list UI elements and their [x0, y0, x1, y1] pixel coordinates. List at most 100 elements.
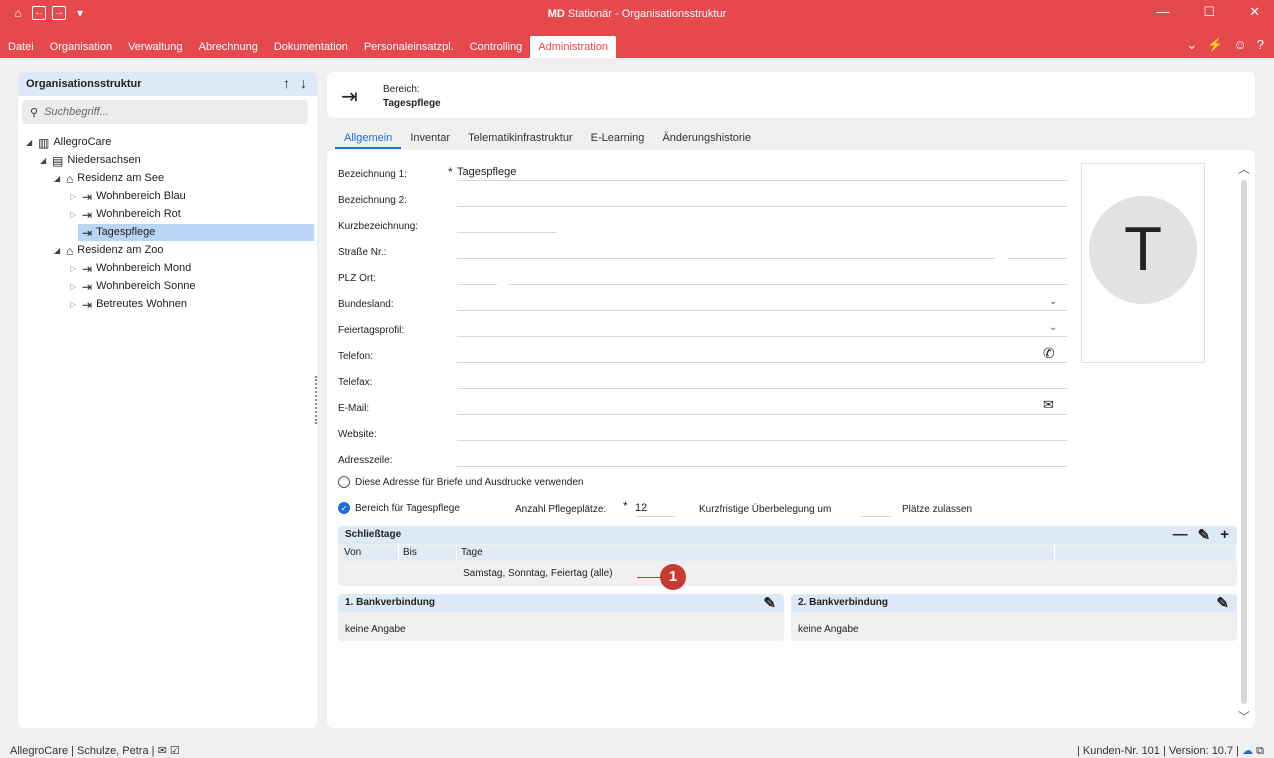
notification-icon[interactable]: ⚡ [1207, 37, 1223, 53]
checkbox-checked-icon[interactable]: ✓ [338, 502, 350, 514]
add-icon[interactable]: + [1220, 526, 1229, 544]
menu-organisation[interactable]: Organisation [42, 36, 120, 58]
bank2-section: 2. Bankverbindung ✎ keine Angabe [791, 594, 1237, 641]
screen-icon[interactable]: ⧉ [1256, 745, 1264, 757]
label-telefon: Telefon: [338, 351, 374, 362]
edit-icon[interactable]: ✎ [1216, 594, 1229, 612]
telefax-field[interactable] [457, 371, 1067, 389]
pflegeplaetze-field[interactable]: 12 [635, 499, 675, 517]
scroll-down-icon[interactable]: ﹀ [1238, 708, 1250, 725]
help-icon[interactable]: ? [1257, 37, 1264, 53]
title-bar: ⌂ ← → ▾ MD Stationär - Organisationsstru… [0, 0, 1274, 58]
label-plaetze-zulassen: Plätze zulassen [902, 504, 973, 515]
edit-icon[interactable]: ✎ [763, 594, 776, 612]
collapse-ribbon-icon[interactable]: ⌄ [1186, 37, 1197, 53]
close-button[interactable]: ✕ [1249, 4, 1260, 20]
feiertagsprofil-select[interactable] [457, 319, 1067, 337]
checkbox-adresse-briefe[interactable]: Diese Adresse für Briefe und Ausdrucke v… [338, 476, 583, 488]
clipboard-icon[interactable]: ☑ [170, 745, 180, 757]
scroll-up-icon[interactable]: ︿ [1238, 160, 1250, 177]
vertical-scrollbar[interactable] [1241, 180, 1247, 704]
mail-icon[interactable]: ✉ [1043, 397, 1054, 413]
bezeichnung2-field[interactable] [457, 189, 1067, 207]
house-icon: ⌂ [66, 171, 74, 186]
chevron-down-icon[interactable]: ⌄ [1049, 322, 1057, 333]
general-form: Bezeichnung 1: * Tagespflege Bezeichnung… [327, 150, 1255, 728]
menu-controlling[interactable]: Controlling [462, 36, 531, 58]
plz-field[interactable] [457, 267, 497, 285]
edit-icon[interactable]: ✎ [1198, 526, 1211, 544]
label-pflegeplaetze: Anzahl Pflegeplätze: [515, 504, 607, 515]
phone-icon[interactable]: ✆ [1043, 345, 1055, 362]
column-von[interactable]: Von [344, 545, 399, 561]
website-field[interactable] [457, 423, 1067, 441]
maximize-button[interactable]: ☐ [1203, 4, 1215, 20]
tree-item-niedersachsen[interactable]: ◢ ▤ Niedersachsen [40, 152, 141, 169]
tree-item-betreutes-wohnen[interactable]: ▷ ⇥ Betreutes Wohnen [70, 296, 187, 313]
telefon-field[interactable] [457, 345, 1067, 363]
tab-telematikinfrastruktur[interactable]: Telematikinfrastruktur [459, 129, 582, 149]
label-bezeichnung1: Bezeichnung 1: [338, 169, 407, 180]
checkbox-icon[interactable] [338, 476, 350, 488]
kurzbezeichnung-field[interactable] [457, 215, 557, 233]
ueberbelegung-field[interactable] [861, 499, 891, 517]
label-website: Website: [338, 429, 377, 440]
tab-inventar[interactable]: Inventar [401, 129, 459, 149]
search-placeholder: Suchbegriff... [44, 106, 109, 118]
checkbox-tagespflege[interactable]: ✓ Bereich für Tagespflege [338, 502, 460, 514]
column-empty [1055, 545, 1237, 561]
column-bis[interactable]: Bis [399, 545, 457, 561]
move-down-icon[interactable]: ↓ [300, 75, 307, 91]
panel-title: Organisationsstruktur [18, 72, 317, 96]
menu-dokumentation[interactable]: Dokumentation [266, 36, 356, 58]
menu-administration[interactable]: Administration [530, 36, 617, 58]
ort-field[interactable] [509, 267, 1067, 285]
tree-item-wohnbereich-rot[interactable]: ▷ ⇥ Wohnbereich Rot [70, 206, 181, 223]
label-kurzbezeichnung: Kurzbezeichnung: [338, 221, 419, 232]
remove-icon[interactable]: — [1173, 526, 1188, 544]
tree-item-wohnbereich-blau[interactable]: ▷ ⇥ Wohnbereich Blau [70, 188, 186, 205]
bezeichnung1-field[interactable]: Tagespflege [457, 163, 1067, 181]
menu-bar: Datei Organisation Verwaltung Abrechnung… [0, 36, 617, 58]
smiley-icon[interactable]: ☺ [1233, 37, 1246, 53]
menu-personaleinsatzplanung[interactable]: Personaleinsatzpl. [356, 36, 462, 58]
tab-aenderungshistorie[interactable]: Änderungshistorie [653, 129, 760, 149]
menu-verwaltung[interactable]: Verwaltung [120, 36, 190, 58]
area-icon: ⇥ [82, 189, 93, 204]
bank1-value: keine Angabe [345, 624, 406, 635]
strasse-field[interactable] [457, 241, 995, 259]
chevron-down-icon[interactable]: ⌄ [1049, 296, 1057, 307]
label-bundesland: Bundesland: [338, 299, 394, 310]
hausnummer-field[interactable] [1007, 241, 1067, 259]
mail-icon[interactable]: ✉ [158, 745, 167, 757]
menu-abrechnung[interactable]: Abrechnung [191, 36, 266, 58]
status-left: AllegroCare | Schulze, Petra | ✉ ☑ [10, 745, 180, 757]
search-input[interactable]: ⚲ Suchbegriff... [22, 100, 308, 124]
adresszeile-field[interactable] [457, 449, 1067, 467]
header-value: Tagespflege [383, 98, 441, 109]
cloud-icon[interactable]: ☁ [1242, 745, 1253, 757]
panel-splitter[interactable] [315, 376, 317, 424]
bundesland-select[interactable] [457, 293, 1067, 311]
bank1-section: 1. Bankverbindung ✎ keine Angabe [338, 594, 784, 641]
column-tage[interactable]: Tage [457, 545, 1055, 561]
tree-item-residenz-am-see[interactable]: ◢ ⌂ Residenz am See [54, 170, 164, 187]
tree-item-residenz-am-zoo[interactable]: ◢ ⌂ Residenz am Zoo [54, 242, 163, 259]
email-field[interactable] [457, 397, 1067, 415]
table-row[interactable]: Samstag, Sonntag, Feiertag (alle) [463, 568, 613, 579]
tree-item-tagespflege[interactable]: ⇥ Tagespflege [78, 224, 314, 241]
bank1-title: 1. Bankverbindung ✎ [338, 594, 784, 612]
tree-item-allegrocare[interactable]: ◢ ▥ AllegroCare [26, 134, 111, 151]
move-up-icon[interactable]: ↑ [283, 75, 290, 91]
menu-datei[interactable]: Datei [0, 36, 42, 58]
tree-item-wohnbereich-mond[interactable]: ▷ ⇥ Wohnbereich Mond [70, 260, 191, 277]
tree-item-wohnbereich-sonne[interactable]: ▷ ⇥ Wohnbereich Sonne [70, 278, 196, 295]
minimize-button[interactable]: — [1156, 4, 1169, 20]
label-strasse: Straße Nr.: [338, 247, 387, 258]
tab-e-learning[interactable]: E-Learning [582, 129, 654, 149]
schliesstage-title: Schließtage — ✎ + [338, 526, 1237, 544]
tab-bar: Allgemein Inventar Telematikinfrastruktu… [335, 129, 760, 149]
area-icon: ⇥ [82, 207, 93, 222]
tab-allgemein[interactable]: Allgemein [335, 129, 402, 149]
label-bezeichnung2: Bezeichnung 2: [338, 195, 407, 206]
